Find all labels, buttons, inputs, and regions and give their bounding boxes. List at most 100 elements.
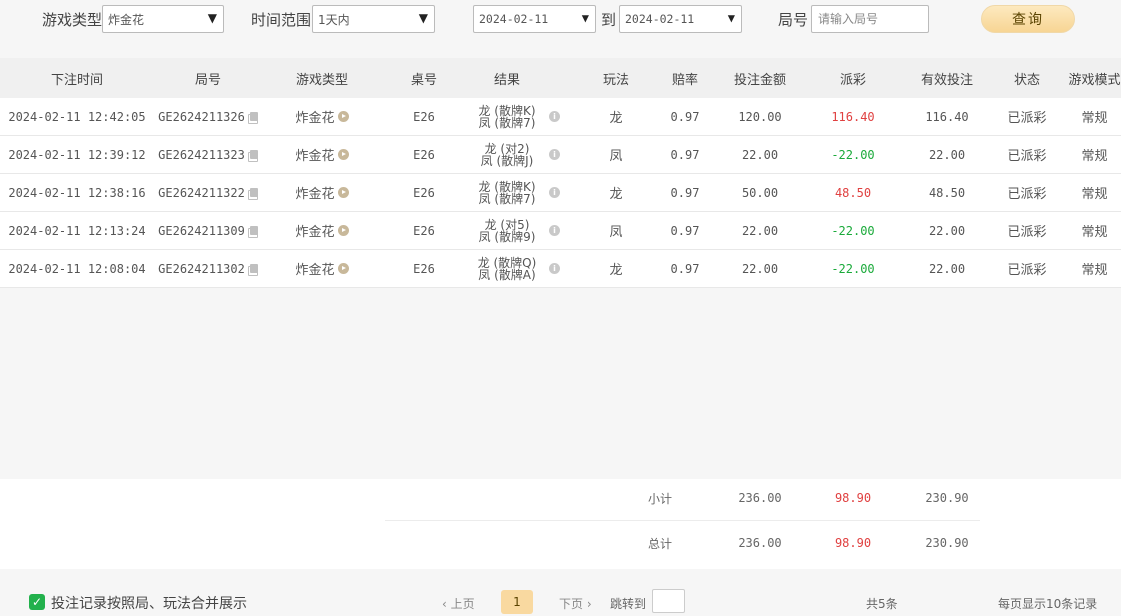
round-input[interactable] (811, 5, 929, 33)
game-type-select[interactable]: 炸金花 ▼ (102, 5, 224, 33)
result-phoenix: 凤 (散牌7) (478, 115, 536, 130)
table-id: E26 (413, 147, 435, 162)
round-id-text: GE2624211309 (158, 223, 245, 238)
table-header: 下注时间 局号 游戏类型 桌号 结果 玩法 赔率 投注金额 派彩 有效投注 状态… (0, 58, 1121, 98)
game-type-text: 炸金花 (295, 187, 335, 202)
payout: -22.00 (831, 147, 875, 162)
play-type: 龙 (609, 263, 623, 278)
play-type: 凤 (609, 149, 623, 164)
bet-time: 2024-02-11 12:38:16 (8, 185, 146, 200)
odds: 0.97 (670, 185, 700, 200)
query-button[interactable]: 查询 (981, 5, 1075, 33)
merge-checkbox[interactable]: ✓ (29, 594, 45, 610)
subtotal-bet: 236.00 (738, 491, 782, 505)
prev-page-button[interactable]: ‹ 上页 (442, 595, 475, 612)
game-type: 炸金花 (262, 136, 382, 173)
column-header: 下注时间 (50, 72, 103, 88)
result: 龙 (散牌Q) 凤 (散牌A) (466, 250, 548, 287)
time-range-select[interactable]: 1天内 ▼ (312, 5, 435, 33)
result: 龙 (对2) 凤 (散牌J) (466, 136, 548, 173)
table-body: 2024-02-11 12:42:05 GE2624211326 炸金花 E26… (0, 98, 1121, 288)
date-from-select[interactable]: 2024-02-11 ▼ (473, 5, 596, 33)
info-icon[interactable]: i (549, 263, 560, 274)
round-id: GE2624211309 (154, 212, 262, 249)
game-type-value: 炸金花 (108, 12, 145, 27)
subtotal-row: 小计 236.00 98.90 230.90 (0, 479, 1121, 517)
round-label: 局号 (778, 11, 809, 29)
result-dragon: 龙 (对5) (484, 217, 530, 232)
info-icon[interactable]: i (549, 225, 560, 236)
bet-time: 2024-02-11 12:39:12 (8, 147, 146, 162)
play-circle-icon[interactable] (337, 263, 349, 274)
copy-icon[interactable] (247, 188, 258, 200)
checkmark-icon: ✓ (31, 595, 43, 609)
bet-time: 2024-02-11 12:13:24 (8, 223, 146, 238)
summary-panel: 小计 236.00 98.90 230.90 总计 236.00 98.90 2… (0, 479, 1121, 569)
page-button-current[interactable]: 1 (501, 590, 533, 614)
game-type: 炸金花 (262, 250, 382, 287)
footer: ✓ 投注记录按照局、玩法合并展示 ‹ 上页 1 下页 › 跳转到 共5条 每页显… (0, 586, 1121, 616)
copy-icon[interactable] (247, 112, 258, 124)
column-header: 局号 (194, 72, 221, 88)
play-circle-icon[interactable] (337, 111, 349, 122)
round-id-text: GE2624211323 (158, 147, 245, 162)
table-row: 2024-02-11 12:38:16 GE2624211322 炸金花 E26… (0, 174, 1121, 212)
status: 已派彩 (1007, 111, 1047, 126)
column-header: 游戏模式 (1068, 72, 1121, 88)
game-type-text: 炸金花 (295, 111, 335, 126)
result-dragon: 龙 (散牌K) (478, 179, 536, 194)
date-to-select[interactable]: 2024-02-11 ▼ (619, 5, 742, 33)
copy-icon[interactable] (247, 264, 258, 276)
odds: 0.97 (670, 223, 700, 238)
odds: 0.97 (670, 147, 700, 162)
date-to-value: 2024-02-11 (625, 12, 695, 26)
payout: -22.00 (831, 261, 875, 276)
copy-icon[interactable] (247, 150, 258, 162)
merge-label[interactable]: 投注记录按照局、玩法合并展示 (51, 593, 247, 613)
info-icon[interactable]: i (549, 149, 560, 160)
result-phoenix: 凤 (散牌7) (478, 191, 536, 206)
column-header: 状态 (1013, 72, 1040, 88)
valid-bet: 22.00 (928, 261, 966, 276)
copy-icon[interactable] (247, 226, 258, 238)
status: 已派彩 (1007, 187, 1047, 202)
info-icon[interactable]: i (549, 111, 560, 122)
result-dragon: 龙 (散牌K) (478, 103, 536, 118)
jump-page-input[interactable] (652, 589, 685, 613)
odds: 0.97 (670, 261, 700, 276)
game-type: 炸金花 (262, 98, 382, 135)
play-circle-icon[interactable] (337, 225, 349, 236)
next-page-button[interactable]: 下页 › (559, 595, 592, 612)
total-bet: 236.00 (738, 536, 782, 550)
total-payout: 98.90 (834, 536, 872, 550)
bet-amount: 22.00 (741, 261, 779, 276)
play-circle-icon[interactable] (337, 149, 349, 160)
total-label: 总计 (647, 536, 672, 551)
result: 龙 (对5) 凤 (散牌9) (466, 212, 548, 249)
table-id: E26 (413, 261, 435, 276)
payout: -22.00 (831, 223, 875, 238)
play-circle-icon[interactable] (337, 187, 349, 198)
info-icon[interactable]: i (549, 187, 560, 198)
table-id: E26 (413, 185, 435, 200)
bet-amount: 120.00 (738, 109, 782, 124)
game-mode: 常规 (1081, 187, 1108, 202)
table-row: 2024-02-11 12:08:04 GE2624211302 炸金花 E26… (0, 250, 1121, 288)
column-header: 有效投注 (920, 72, 973, 88)
page-size-info: 每页显示10条记录 (998, 597, 1098, 611)
result: 龙 (散牌K) 凤 (散牌7) (466, 98, 548, 135)
table-row: 2024-02-11 12:13:24 GE2624211309 炸金花 E26… (0, 212, 1121, 250)
round-id-text: GE2624211302 (158, 261, 245, 276)
valid-bet: 22.00 (928, 147, 966, 162)
status: 已派彩 (1007, 263, 1047, 278)
chevron-down-icon: ▼ (727, 11, 735, 25)
result-dragon: 龙 (对2) (484, 141, 530, 156)
subtotal-valid-bet: 230.90 (925, 491, 969, 505)
game-mode: 常规 (1081, 149, 1108, 164)
jump-label: 跳转到 (610, 597, 647, 611)
bet-amount: 22.00 (741, 147, 779, 162)
payout: 48.50 (834, 185, 872, 200)
bet-time: 2024-02-11 12:08:04 (8, 261, 146, 276)
game-mode: 常规 (1081, 111, 1108, 126)
game-mode: 常规 (1081, 263, 1108, 278)
